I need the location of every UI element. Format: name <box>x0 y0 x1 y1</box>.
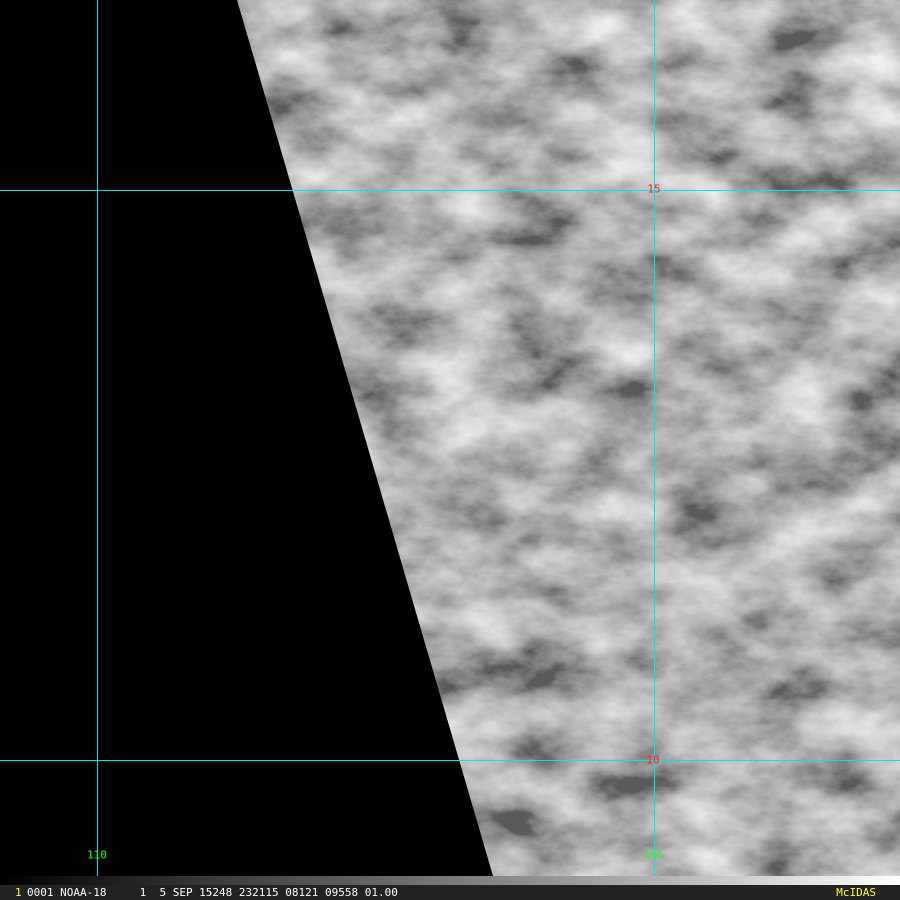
longitude-label: 105 <box>644 848 664 862</box>
image-info-text: 0001 NOAA-18 1 5 SEP 15248 232115 08121 … <box>27 886 398 899</box>
latitude-line-15 <box>0 190 900 191</box>
mcidas-brand: McIDAS <box>836 886 876 899</box>
frame-number: 1 <box>15 886 22 899</box>
longitude-label: 110 <box>87 848 107 862</box>
satellite-image-viewer: 15 10 110 105 1 0001 NOAA-18 1 5 SEP 152… <box>0 0 900 900</box>
satellite-cloud-imagery <box>0 0 900 876</box>
latitude-line-10 <box>0 760 900 761</box>
latitude-label: 10 <box>646 753 660 767</box>
longitude-line-105 <box>654 0 655 885</box>
status-bar: 1 0001 NOAA-18 1 5 SEP 15248 232115 0812… <box>0 885 900 900</box>
longitude-line-110 <box>97 0 98 885</box>
latitude-label: 15 <box>647 182 661 196</box>
grayscale-bar <box>0 876 900 885</box>
